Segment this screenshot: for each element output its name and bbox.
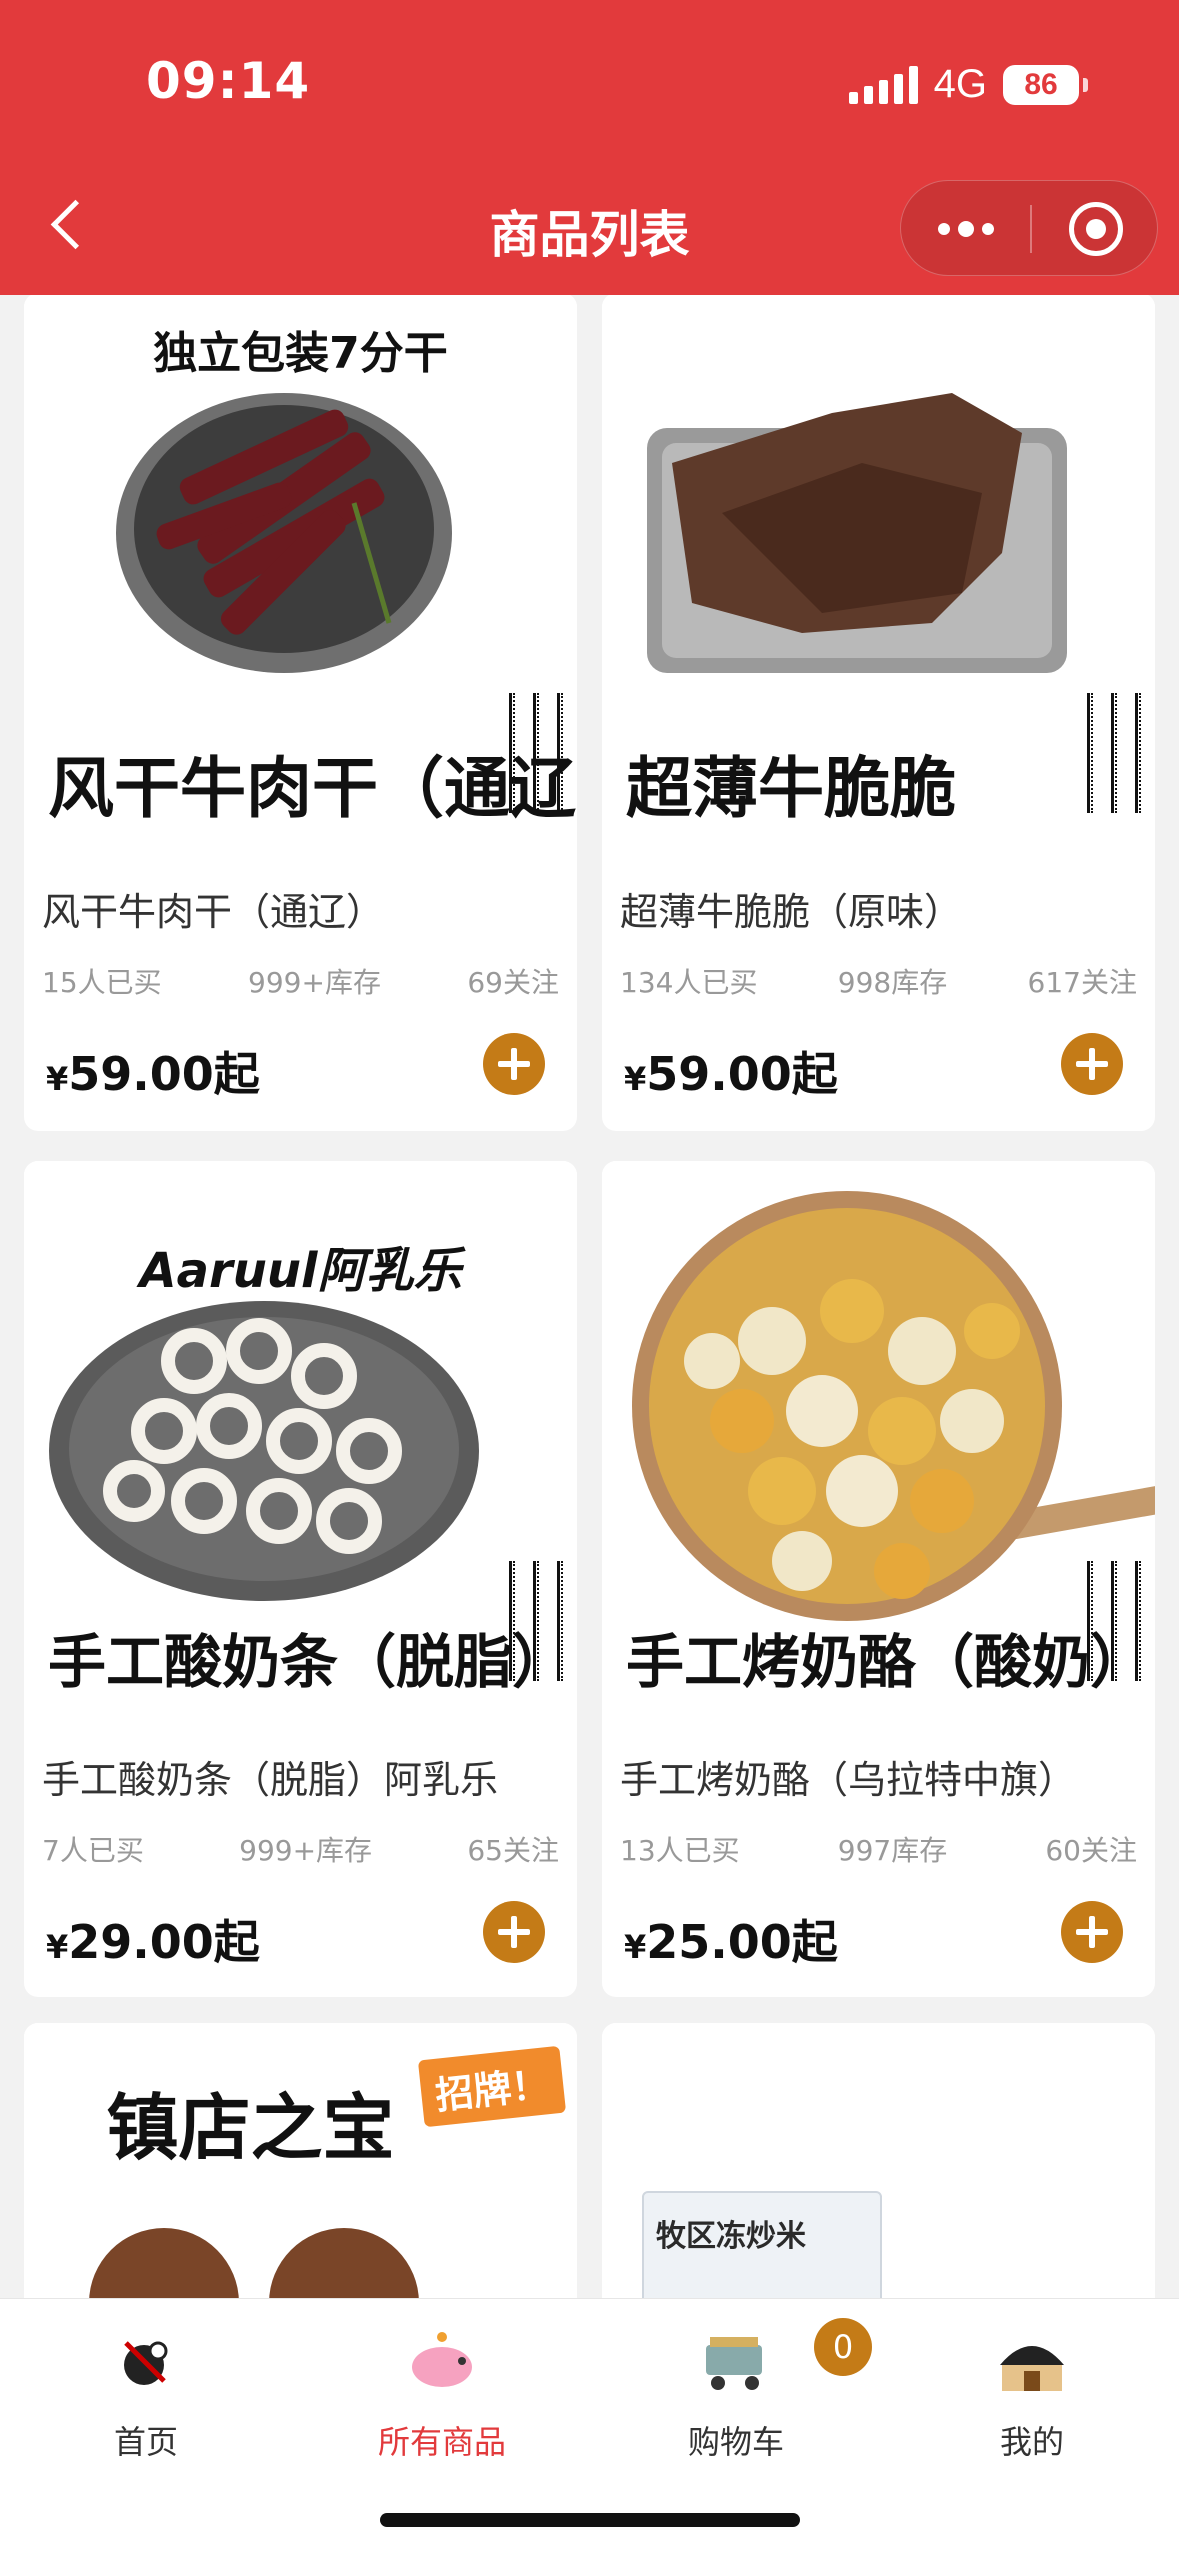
tab-home[interactable]: 首页 [46, 2309, 246, 2469]
yurt-icon [1000, 2346, 1064, 2391]
price-value: 29.00起 [68, 1915, 260, 1969]
mini-program-capsule [900, 180, 1158, 276]
tab-cart[interactable]: 购物车 [636, 2309, 836, 2469]
add-to-cart-button[interactable] [483, 1901, 545, 1963]
currency-symbol: ¥ [46, 1060, 69, 1098]
dot-icon [981, 223, 994, 235]
price-value: 59.00起 [68, 1047, 260, 1101]
image-title: 超薄牛脆脆 [626, 749, 956, 827]
bought-count: 134人已买 [620, 966, 758, 999]
product-image[interactable]: 镇店之宝 招牌！ [24, 2023, 577, 2343]
product-image[interactable]: 牧区冻炒米 [602, 2023, 1155, 2343]
currency-symbol: ¥ [624, 1928, 647, 1966]
mongolian-script [1087, 1561, 1141, 1681]
product-card[interactable]: Aaruul阿乳乐 手工酸奶条（脱脂） 手工酸奶条（脱脂）阿乳乐 7人已买 99… [24, 1161, 577, 1997]
product-price: ¥29.00起 [46, 1906, 260, 1972]
cart-count-badge: 0 [814, 2318, 872, 2376]
tab-label: 我的 [999, 2423, 1064, 2461]
price-value: 25.00起 [646, 1915, 838, 1969]
follow-count: 69关注 [467, 966, 559, 999]
product-image[interactable]: 手工烤奶酪（酸奶） [602, 1161, 1155, 1721]
follow-count: 60关注 [1045, 1834, 1137, 1867]
product-image[interactable]: 超薄牛脆脆 [602, 293, 1155, 853]
stock-count: 997库存 [837, 1834, 948, 1867]
follow-count: 617关注 [1027, 966, 1137, 999]
dessert-icon [89, 2228, 419, 2343]
mongolian-script [509, 1561, 563, 1681]
add-to-cart-button[interactable] [1061, 1901, 1123, 1963]
product-price: ¥59.00起 [46, 1038, 260, 1104]
header-bar: 09:14 4G 86 商品列表 [0, 0, 1179, 295]
product-name[interactable]: 风干牛肉干（通辽） [42, 881, 384, 936]
piggy-bank-icon [412, 2332, 472, 2387]
tab-profile[interactable]: 我的 [932, 2309, 1132, 2469]
currency-symbol: ¥ [46, 1928, 69, 1966]
stock-count: 998库存 [837, 966, 948, 999]
product-stats: 13人已买 997库存 60关注 [620, 1829, 1137, 1869]
stock-count: 999+库存 [239, 1834, 373, 1867]
product-stats: 7人已买 999+库存 65关注 [42, 1829, 559, 1869]
bought-count: 15人已买 [42, 966, 162, 999]
tab-label: 首页 [113, 2423, 178, 2461]
product-card[interactable]: 镇店之宝 招牌！ [24, 2023, 577, 2343]
image-title: 手工酸奶条（脱脂） [48, 1628, 571, 1696]
product-name[interactable]: 手工烤奶酪（乌拉特中旗） [620, 1749, 1076, 1804]
product-card[interactable]: 手工烤奶酪（酸奶） 手工烤奶酪（乌拉特中旗） 13人已买 997库存 60关注 … [602, 1161, 1155, 1997]
package-label: 牧区冻炒米 [656, 2219, 806, 2254]
image-title: 风干牛肉干（通辽 [48, 749, 576, 827]
product-price: ¥59.00起 [624, 1038, 838, 1104]
tab-label: 所有商品 [377, 2423, 506, 2461]
stock-count: 999+库存 [248, 966, 381, 999]
tab-label: 购物车 [687, 2423, 784, 2461]
tab-all-products[interactable]: 所有商品 [342, 2309, 542, 2469]
bought-count: 13人已买 [620, 1834, 740, 1867]
cart-icon [706, 2337, 762, 2390]
battery-icon: 86 [1003, 64, 1088, 105]
dot-icon [957, 221, 974, 237]
network-type: 4G [933, 62, 987, 106]
image-title: 手工烤奶酪（酸奶） [626, 1628, 1149, 1696]
mongolian-script [509, 693, 563, 813]
follow-count: 65关注 [467, 1834, 559, 1867]
add-to-cart-button[interactable] [483, 1033, 545, 1095]
mongolian-script [1087, 693, 1141, 813]
currency-symbol: ¥ [624, 1060, 647, 1098]
product-stats: 134人已买 998库存 617关注 [620, 961, 1137, 1001]
product-card[interactable]: 超薄牛脆脆 超薄牛脆脆（原味） 134人已买 998库存 617关注 ¥59.0… [602, 293, 1155, 1131]
product-card[interactable]: 独立包装7分干 风干牛肉干（通辽 风干牛肉干（通辽） 15人已买 999+库存 … [24, 293, 577, 1131]
close-target-button[interactable] [1069, 202, 1123, 256]
add-to-cart-button[interactable] [1061, 1033, 1123, 1095]
status-icons: 4G 86 [848, 62, 1088, 107]
bought-count: 7人已买 [42, 1834, 144, 1867]
product-card[interactable]: 牧区冻炒米 [602, 2023, 1155, 2343]
status-time: 09:14 [146, 52, 311, 110]
product-price: ¥25.00起 [624, 1906, 838, 1972]
product-stats: 15人已买 999+库存 69关注 [42, 961, 559, 1001]
product-name[interactable]: 超薄牛脆脆（原味） [620, 881, 962, 936]
product-name[interactable]: 手工酸奶条（脱脂）阿乳乐 [42, 1749, 498, 1804]
more-button[interactable] [901, 181, 1030, 277]
price-value: 59.00起 [646, 1047, 838, 1101]
home-icon [124, 2341, 168, 2385]
divider [1030, 205, 1032, 253]
product-image[interactable]: 独立包装7分干 风干牛肉干（通辽 [24, 293, 577, 853]
dot-icon [937, 223, 950, 235]
signal-icon [848, 65, 918, 104]
home-indicator[interactable] [380, 2513, 800, 2527]
product-image[interactable]: Aaruul阿乳乐 手工酸奶条（脱脂） [24, 1161, 577, 1721]
